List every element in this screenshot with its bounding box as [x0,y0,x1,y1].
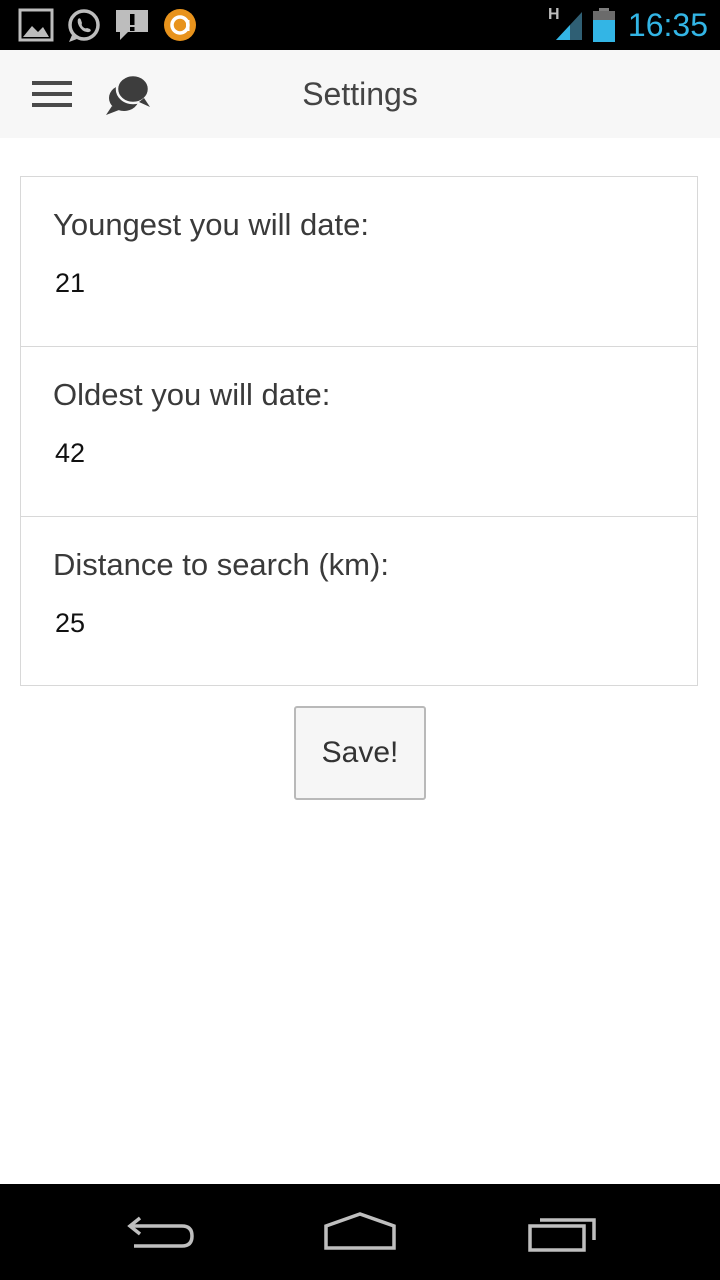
oldest-age-input[interactable] [55,431,655,475]
action-bar: Settings [0,50,720,138]
distance-input[interactable] [55,601,655,645]
status-bar: H 16:35 [0,0,720,50]
recents-icon[interactable] [526,1206,602,1258]
navigation-bar [0,1184,720,1280]
youngest-age-label: Youngest you will date: [53,207,369,242]
whatsapp-icon [68,9,100,42]
oldest-age-field: Oldest you will date: [21,347,697,517]
app-badge-icon [164,9,196,41]
back-icon[interactable] [122,1206,198,1258]
battery-icon [593,8,615,42]
save-button[interactable]: Save! [294,706,426,800]
home-icon[interactable] [322,1206,398,1258]
oldest-age-label: Oldest you will date: [53,377,331,412]
status-time: 16:35 [627,7,708,43]
signal-icon [556,12,582,40]
youngest-age-field: Youngest you will date: [21,177,697,347]
distance-field: Distance to search (km): [21,517,697,687]
settings-card: Youngest you will date: Oldest you will … [20,176,698,686]
picture-icon [18,8,54,42]
distance-label: Distance to search (km): [53,547,389,582]
page-title: Settings [302,76,418,112]
alert-icon [116,10,148,40]
youngest-age-input[interactable] [55,261,655,305]
